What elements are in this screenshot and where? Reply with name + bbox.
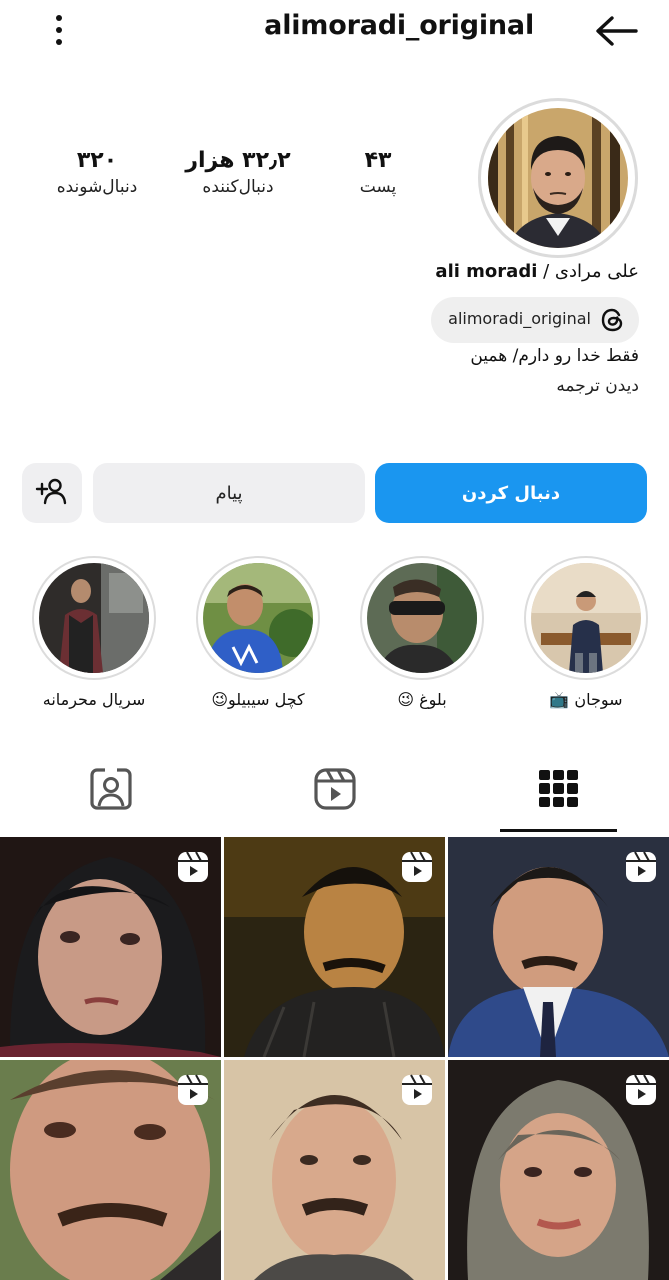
more-vertical-icon[interactable] <box>44 10 74 50</box>
grid-post[interactable] <box>448 1060 669 1280</box>
highlight-label: سریال محرمانه <box>42 690 146 709</box>
highlight-cover <box>531 563 641 673</box>
fullname-fa: علی مرادی / <box>543 261 639 282</box>
tab-posts-grid[interactable] <box>499 752 619 832</box>
grid-post[interactable] <box>224 1060 445 1280</box>
highlight-item[interactable]: بلوغ 😉 <box>357 556 487 716</box>
reel-icon <box>625 1074 657 1106</box>
profile-username-title: alimoradi_original <box>264 10 534 41</box>
highlight-cover <box>367 563 477 673</box>
active-tab-indicator <box>500 829 617 832</box>
threads-handle: alimoradi_original <box>448 309 591 328</box>
tab-tagged[interactable] <box>50 752 170 832</box>
highlight-ring <box>196 556 320 680</box>
profile-avatar[interactable] <box>478 98 638 258</box>
stat-label: پست <box>359 177 397 197</box>
suggested-users-button[interactable] <box>22 463 82 523</box>
profile-bio: فقط خدا رو دارم/ همین <box>470 346 639 366</box>
highlight-ring <box>32 556 156 680</box>
highlight-item[interactable]: سوجان 📺 <box>521 556 651 716</box>
reel-icon <box>401 851 433 883</box>
highlight-ring <box>360 556 484 680</box>
follow-button[interactable]: دنبال کردن <box>375 463 647 523</box>
grid-post[interactable] <box>0 837 221 1057</box>
stat-following[interactable]: ۳۲۰ دنبال‌شونده <box>27 148 167 197</box>
reels-icon <box>314 768 356 814</box>
highlight-item[interactable]: کچل سیبیلو😉 <box>193 556 323 716</box>
stat-value: ۴۳ <box>364 148 392 173</box>
stat-followers[interactable]: ۳۲٫۲ هزار دنبال‌کننده <box>168 148 308 197</box>
message-button[interactable]: پیام <box>93 463 365 523</box>
stat-posts[interactable]: ۴۳ پست <box>308 148 448 197</box>
grid-post[interactable] <box>0 1060 221 1280</box>
tagged-person-icon <box>90 768 132 814</box>
reel-icon <box>177 851 209 883</box>
highlight-item[interactable]: سریال محرمانه <box>29 556 159 716</box>
stat-value: ۳۲۰ <box>76 148 118 173</box>
grid-post[interactable] <box>448 837 669 1057</box>
reel-icon <box>177 1074 209 1106</box>
reel-icon <box>625 851 657 883</box>
reel-icon <box>401 1074 433 1106</box>
highlight-cover <box>203 563 313 673</box>
stat-label: دنبال‌کننده <box>202 177 274 197</box>
see-translation-link[interactable]: دیدن ترجمه <box>556 376 639 396</box>
highlight-ring <box>524 556 648 680</box>
fullname-en: ali moradi <box>435 261 538 282</box>
top-bar: alimoradi_original <box>0 0 669 60</box>
highlight-label: بلوغ 😉 <box>397 690 447 709</box>
tab-reels[interactable] <box>274 752 394 832</box>
threads-link-chip[interactable]: alimoradi_original <box>431 297 639 343</box>
highlight-cover <box>39 563 149 673</box>
highlight-label: کچل سیبیلو😉 <box>211 690 305 709</box>
stat-label: دنبال‌شونده <box>56 177 138 197</box>
grid-post[interactable] <box>224 837 445 1057</box>
highlight-label: سوجان 📺 <box>549 690 623 709</box>
profile-photo <box>488 108 628 248</box>
stat-value: ۳۲٫۲ هزار <box>185 148 291 173</box>
profile-fullname: علی مرادی / ali moradi <box>435 261 639 282</box>
threads-icon <box>599 306 627 334</box>
grid-icon <box>539 770 579 812</box>
add-user-icon <box>35 477 69 510</box>
arrow-left-icon[interactable] <box>592 12 640 50</box>
